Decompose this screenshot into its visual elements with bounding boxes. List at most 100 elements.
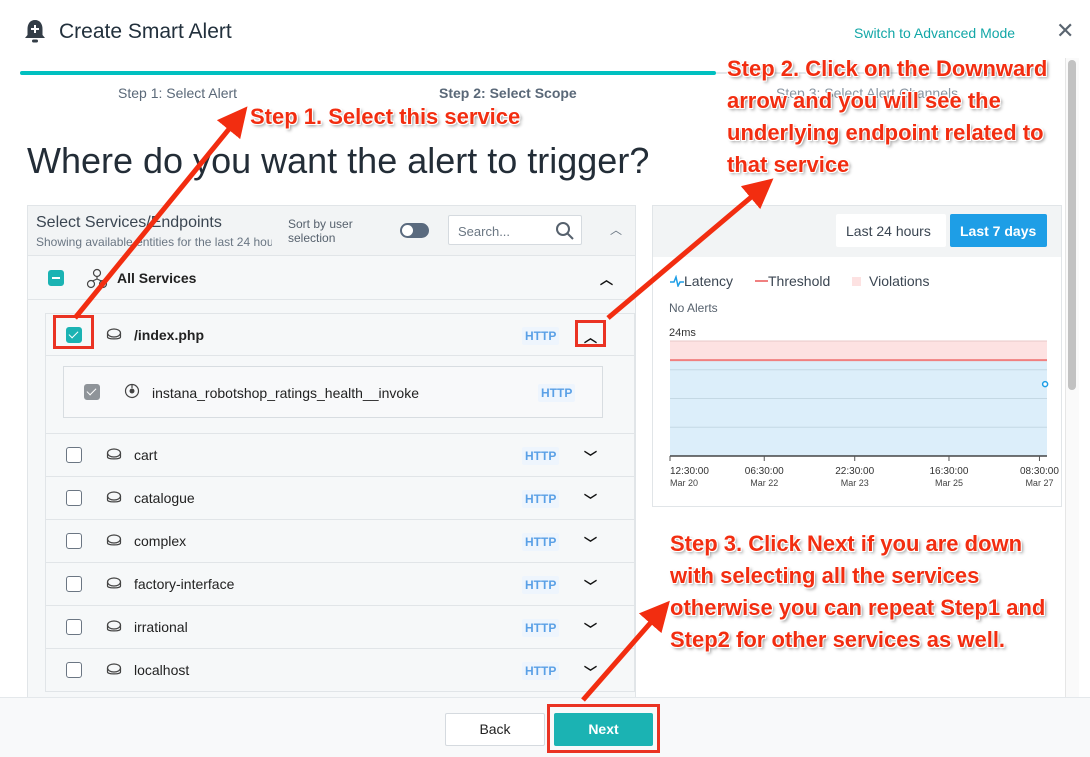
protocol-badge: HTTP	[522, 327, 560, 345]
database-icon	[106, 448, 122, 460]
step-2-label: Step 2: Select Scope	[439, 85, 577, 101]
protocol-badge: HTTP	[522, 490, 560, 508]
legend-violations: Violations	[852, 273, 929, 289]
services-panel: Select Services/Endpoints Showing availa…	[27, 205, 636, 700]
service-row-catalogue[interactable]: catalogue HTTP ﹀	[45, 477, 635, 520]
legend-label: Violations	[869, 273, 930, 289]
endpoint-checkbox[interactable]	[84, 384, 100, 400]
x-tick-label-date: Mar 20	[670, 478, 698, 486]
service-checkbox[interactable]	[66, 576, 82, 592]
service-checkbox[interactable]	[66, 490, 82, 506]
database-icon	[106, 663, 122, 675]
bell-plus-icon	[25, 20, 45, 43]
dialog-title: Create Smart Alert	[59, 20, 232, 43]
service-name: complex	[134, 533, 187, 549]
database-icon	[106, 534, 122, 546]
all-services-checkbox[interactable]	[48, 270, 64, 286]
protocol-badge: HTTP	[538, 384, 576, 402]
sort-by-selection-label: Sort by user selection	[288, 217, 353, 245]
violations-band	[670, 341, 1047, 361]
chevron-down-icon[interactable]: ﹀	[584, 533, 597, 552]
annotation-highlight-checkbox	[53, 315, 94, 349]
latency-pulse-icon	[670, 274, 684, 289]
all-services-label: All Services	[117, 270, 197, 286]
endpoint-row[interactable]: instana_robotshop_ratings_health__invoke…	[63, 366, 603, 418]
switch-advanced-mode-link[interactable]: Switch to Advanced Mode	[854, 25, 1015, 41]
protocol-badge: HTTP	[522, 662, 560, 680]
x-tick-label-time: 06:30:00	[745, 466, 784, 477]
chevron-down-icon[interactable]: ﹀	[584, 662, 597, 681]
chart-panel: Last 24 hours Last 7 days Latency Thresh…	[652, 205, 1062, 507]
endpoint-icon	[124, 383, 140, 399]
chevron-down-icon[interactable]: ﹀	[584, 490, 597, 509]
service-name: cart	[134, 447, 158, 463]
service-name: localhost	[134, 662, 190, 678]
x-tick-label-time: 16:30:00	[930, 466, 969, 477]
service-checkbox[interactable]	[66, 662, 82, 678]
annotation-step1: Step 1. Select this service	[250, 104, 521, 129]
database-icon	[106, 620, 122, 632]
time-range-bar: Last 24 hours Last 7 days	[653, 206, 1061, 257]
service-checkbox[interactable]	[66, 619, 82, 635]
service-row-localhost[interactable]: localhost HTTP ﹀	[45, 649, 635, 692]
legend-label: Latency	[684, 273, 734, 289]
chevron-down-icon[interactable]: ﹀	[584, 619, 597, 638]
violations-swatch	[852, 277, 861, 286]
x-tick-label-time: 22:30:00	[835, 466, 874, 477]
endpoint-name: instana_robotshop_ratings_health__invoke	[152, 385, 419, 401]
x-tick-label-date: Mar 27	[1025, 478, 1053, 486]
service-name: /index.php	[134, 327, 204, 343]
search-placeholder: Search...	[458, 224, 511, 239]
time-range-24h-button[interactable]: Last 24 hours	[836, 214, 946, 247]
step-1-label: Step 1: Select Alert	[118, 85, 238, 101]
page-heading: Where do you want the alert to trigger?	[27, 140, 650, 181]
dialog-footer: Back Next	[0, 697, 1090, 757]
latency-chart: 12:30:00Mar 2006:30:00Mar 2222:30:00Mar …	[669, 340, 1059, 486]
search-input[interactable]: Search...	[448, 215, 582, 245]
annotation-highlight-expand-arrow	[575, 320, 606, 347]
annotation-highlight-next-button	[547, 704, 660, 753]
endpoints-container: instana_robotshop_ratings_health__invoke…	[45, 356, 635, 434]
x-tick-label-time: 12:30:00	[670, 466, 709, 477]
panel-collapse-chevron-up-icon[interactable]: ︿	[610, 221, 622, 238]
legend-threshold: Threshold	[755, 273, 830, 289]
service-row-complex[interactable]: complex HTTP ﹀	[45, 520, 635, 563]
protocol-badge: HTTP	[522, 576, 560, 594]
protocol-badge: HTTP	[522, 447, 560, 465]
database-icon	[106, 328, 122, 340]
time-range-7d-button[interactable]: Last 7 days	[950, 214, 1047, 247]
database-icon	[106, 491, 122, 503]
service-name: factory-interface	[134, 576, 235, 592]
database-icon	[106, 577, 122, 589]
sort-by-selection-toggle[interactable]	[400, 223, 429, 238]
all-services-row[interactable]: All Services ︿	[28, 257, 635, 300]
no-alerts-label: No Alerts	[669, 301, 718, 315]
chevron-down-icon[interactable]: ﹀	[584, 576, 597, 595]
x-tick-label-time: 08:30:00	[1020, 466, 1059, 477]
service-checkbox[interactable]	[66, 533, 82, 549]
protocol-badge: HTTP	[522, 619, 560, 637]
annotation-step2: Step 2. Click on the Downward arrow and …	[727, 56, 1048, 177]
search-icon[interactable]	[555, 221, 575, 241]
service-row-factory-interface[interactable]: factory-interface HTTP ﹀	[45, 563, 635, 606]
annotation-step3: Step 3. Click Next if you are down with …	[670, 531, 1046, 652]
legend-label: Threshold	[768, 273, 831, 289]
service-row-irrational[interactable]: irrational HTTP ﹀	[45, 606, 635, 649]
x-tick-label-date: Mar 22	[750, 478, 778, 486]
all-services-chevron-up-icon[interactable]: ︿	[600, 269, 613, 288]
service-name: irrational	[134, 619, 188, 635]
chevron-down-icon[interactable]: ﹀	[584, 447, 597, 466]
latency-data-point	[1041, 380, 1049, 388]
service-row-cart[interactable]: cart HTTP ﹀	[45, 434, 635, 477]
x-tick-label-date: Mar 23	[841, 478, 869, 486]
services-list: /index.php HTTP ︿ instana_robotshop_rati…	[45, 313, 635, 692]
close-icon[interactable]: ✕	[1056, 20, 1074, 42]
services-panel-header: Select Services/Endpoints Showing availa…	[28, 206, 635, 256]
back-button[interactable]: Back	[445, 713, 545, 746]
threshold-swatch	[755, 280, 768, 282]
x-tick-label-date: Mar 25	[935, 478, 963, 486]
service-row-index-php[interactable]: /index.php HTTP ︿	[45, 313, 635, 356]
service-checkbox[interactable]	[66, 447, 82, 463]
latency-area	[670, 360, 1047, 456]
service-name: catalogue	[134, 490, 195, 506]
